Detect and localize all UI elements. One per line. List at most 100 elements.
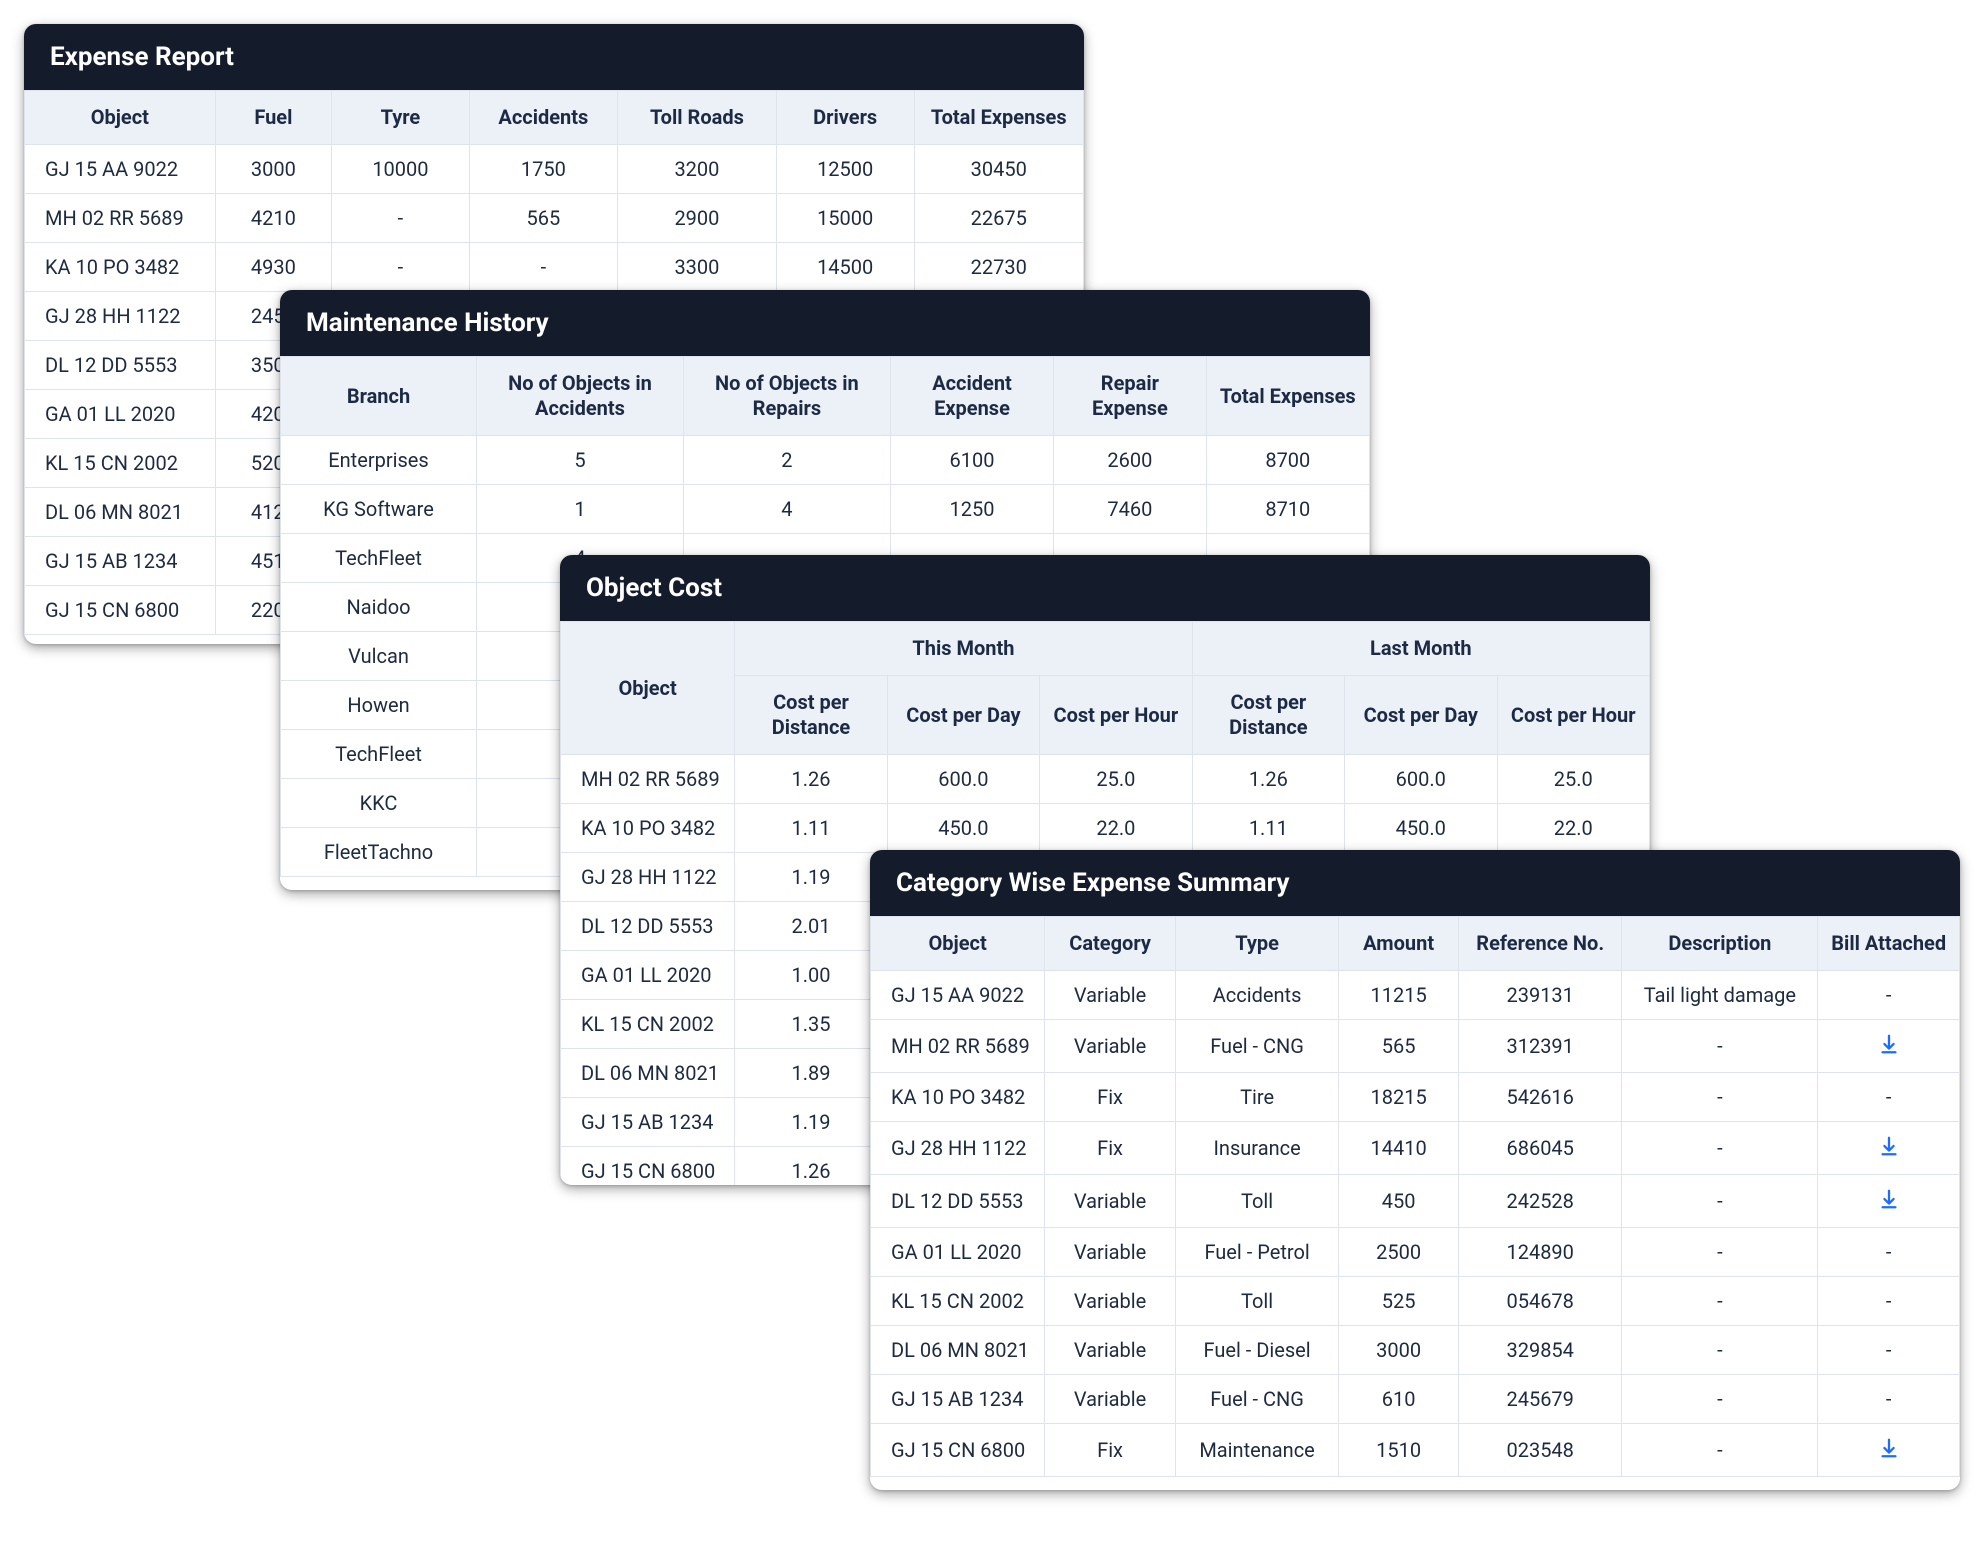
maintenance-col-1: No of Objects in Accidents xyxy=(477,357,684,436)
object-cost-subcol-1: Cost per Day xyxy=(887,676,1039,755)
table-row: KL 15 CN 2002VariableToll525054678-- xyxy=(871,1277,1960,1326)
category-wise-col-3: Amount xyxy=(1339,917,1459,971)
category-wise-cell: GA 01 LL 2020 xyxy=(871,1228,1045,1277)
maintenance-cell: 2600 xyxy=(1054,436,1206,485)
category-wise-cell: 450 xyxy=(1339,1175,1459,1228)
category-wise-cell: 525 xyxy=(1339,1277,1459,1326)
object-cost-cell: GJ 15 CN 6800 xyxy=(561,1147,735,1186)
category-wise-cell: GJ 15 AA 9022 xyxy=(871,971,1045,1020)
category-wise-cell: Variable xyxy=(1045,971,1176,1020)
category-wise-cell: 329854 xyxy=(1459,1326,1622,1375)
object-cost-cell: DL 06 MN 8021 xyxy=(561,1049,735,1098)
object-cost-cell: 1.26 xyxy=(735,755,887,804)
category-wise-cell: Toll xyxy=(1175,1175,1338,1228)
category-wise-cell: 054678 xyxy=(1459,1277,1622,1326)
expense-report-cell: DL 06 MN 8021 xyxy=(25,488,216,537)
object-cost-cell: KA 10 PO 3482 xyxy=(561,804,735,853)
category-wise-table: ObjectCategoryTypeAmountReference No.Des… xyxy=(870,916,1960,1477)
object-cost-cell: 1.26 xyxy=(1192,755,1344,804)
maintenance-cell: 6100 xyxy=(890,436,1053,485)
download-icon[interactable] xyxy=(1877,1187,1901,1211)
expense-report-cell: DL 12 DD 5553 xyxy=(25,341,216,390)
maintenance-col-5: Total Expenses xyxy=(1206,357,1369,436)
object-cost-cell: 1.89 xyxy=(735,1049,887,1098)
category-wise-cell: 124890 xyxy=(1459,1228,1622,1277)
object-cost-cell: 1.26 xyxy=(735,1147,887,1186)
table-row: GA 01 LL 2020VariableFuel - Petrol250012… xyxy=(871,1228,1960,1277)
category-wise-col-1: Category xyxy=(1045,917,1176,971)
table-row: KG Software14125074608710 xyxy=(281,485,1370,534)
category-wise-cell: 11215 xyxy=(1339,971,1459,1020)
maintenance-cell: KG Software xyxy=(281,485,477,534)
category-wise-cell: - xyxy=(1622,1277,1818,1326)
object-cost-cell: 25.0 xyxy=(1497,755,1650,804)
maintenance-cell: TechFleet xyxy=(281,534,477,583)
expense-report-cell: - xyxy=(332,243,470,292)
maintenance-cell: FleetTachno xyxy=(281,828,477,877)
object-cost-cell: 1.35 xyxy=(735,1000,887,1049)
maintenance-cell: 1 xyxy=(477,485,684,534)
maintenance-cell: 7460 xyxy=(1054,485,1206,534)
table-row: MH 02 RR 56894210-56529001500022675 xyxy=(25,194,1084,243)
category-wise-bill-cell xyxy=(1818,1175,1960,1228)
category-wise-bill-cell: - xyxy=(1818,1277,1960,1326)
category-wise-bill-cell xyxy=(1818,1020,1960,1073)
object-cost-subcol-4: Cost per Day xyxy=(1345,676,1497,755)
maintenance-col-2: No of Objects in Repairs xyxy=(683,357,890,436)
expense-report-cell: 3000 xyxy=(215,145,331,194)
expense-report-cell: 15000 xyxy=(776,194,914,243)
object-cost-cell: 600.0 xyxy=(1345,755,1497,804)
object-cost-cell: 450.0 xyxy=(1345,804,1497,853)
expense-report-cell: - xyxy=(469,243,617,292)
category-wise-cell: Variable xyxy=(1045,1277,1176,1326)
object-cost-cell: GJ 15 AB 1234 xyxy=(561,1098,735,1147)
category-wise-cell: 242528 xyxy=(1459,1175,1622,1228)
table-row: GJ 15 AB 1234VariableFuel - CNG610245679… xyxy=(871,1375,1960,1424)
category-wise-cell: 18215 xyxy=(1339,1073,1459,1122)
expense-report-col-6: Total Expenses xyxy=(914,91,1084,145)
category-wise-cell: - xyxy=(1622,1122,1818,1175)
expense-report-cell: 22675 xyxy=(914,194,1084,243)
object-cost-cell: GJ 28 HH 1122 xyxy=(561,853,735,902)
table-row: GJ 15 AA 9022VariableAccidents1121523913… xyxy=(871,971,1960,1020)
expense-report-cell: GJ 28 HH 1122 xyxy=(25,292,216,341)
object-cost-cell: 22.0 xyxy=(1040,804,1192,853)
expense-report-cell: GJ 15 CN 6800 xyxy=(25,586,216,635)
category-wise-cell: Fuel - CNG xyxy=(1175,1375,1338,1424)
category-wise-bill-cell: - xyxy=(1818,1073,1960,1122)
table-row: GJ 28 HH 1122FixInsurance14410686045- xyxy=(871,1122,1960,1175)
object-cost-subcol-5: Cost per Hour xyxy=(1497,676,1650,755)
category-wise-cell: Variable xyxy=(1045,1375,1176,1424)
expense-report-col-3: Accidents xyxy=(469,91,617,145)
category-wise-cell: DL 12 DD 5553 xyxy=(871,1175,1045,1228)
download-icon[interactable] xyxy=(1877,1436,1901,1460)
object-cost-col-object: Object xyxy=(561,622,735,755)
category-wise-cell: MH 02 RR 5689 xyxy=(871,1020,1045,1073)
object-cost-group-this-month: This Month xyxy=(735,622,1192,676)
download-icon[interactable] xyxy=(1877,1134,1901,1158)
category-wise-bill-cell: - xyxy=(1818,1326,1960,1375)
maintenance-cell: 8700 xyxy=(1206,436,1369,485)
category-wise-cell: Tire xyxy=(1175,1073,1338,1122)
table-row: Enterprises52610026008700 xyxy=(281,436,1370,485)
expense-report-cell: GJ 15 AB 1234 xyxy=(25,537,216,586)
table-row: MH 02 RR 5689VariableFuel - CNG565312391… xyxy=(871,1020,1960,1073)
category-wise-cell: 1510 xyxy=(1339,1424,1459,1477)
expense-report-cell: MH 02 RR 5689 xyxy=(25,194,216,243)
table-row: DL 12 DD 5553VariableToll450242528- xyxy=(871,1175,1960,1228)
category-wise-cell: Tail light damage xyxy=(1622,971,1818,1020)
expense-report-cell: 12500 xyxy=(776,145,914,194)
category-wise-cell: 239131 xyxy=(1459,971,1622,1020)
category-wise-cell: GJ 15 AB 1234 xyxy=(871,1375,1045,1424)
category-wise-cell: 023548 xyxy=(1459,1424,1622,1477)
category-wise-bill-cell: - xyxy=(1818,1228,1960,1277)
expense-report-cell: 565 xyxy=(469,194,617,243)
category-wise-col-4: Reference No. xyxy=(1459,917,1622,971)
maintenance-history-title: Maintenance History xyxy=(280,290,1370,356)
object-cost-cell: 1.19 xyxy=(735,853,887,902)
download-icon[interactable] xyxy=(1877,1032,1901,1056)
expense-report-cell: - xyxy=(332,194,470,243)
object-cost-cell: GA 01 LL 2020 xyxy=(561,951,735,1000)
category-wise-cell: - xyxy=(1622,1375,1818,1424)
object-cost-subcol-0: Cost per Distance xyxy=(735,676,887,755)
